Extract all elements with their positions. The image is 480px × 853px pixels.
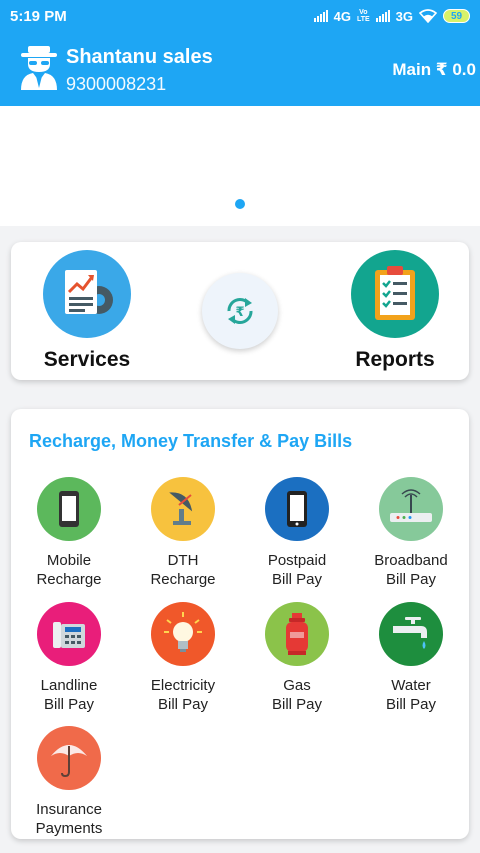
status-icons: 4G Vo LTE 3G 59	[313, 8, 470, 24]
network-type-2: 3G	[395, 8, 413, 24]
status-time: 5:19 PM	[10, 7, 67, 25]
water-tap-icon	[379, 602, 443, 666]
services-card: Recharge, Money Transfer & Pay Bills Mob…	[11, 409, 469, 839]
landline-phone-icon	[37, 602, 101, 666]
insurance-payments-label: Insurance Payments	[35, 801, 103, 837]
mobile-icon	[37, 477, 101, 541]
water-bill-pay-item[interactable]: Water Bill Pay	[353, 602, 469, 714]
reports-clipboard-icon	[351, 250, 439, 338]
gas-bill-pay-item[interactable]: Gas Bill Pay	[239, 602, 355, 714]
mobile-recharge-item[interactable]: Mobile Recharge	[11, 477, 127, 589]
signal-icon	[313, 10, 328, 22]
gas-cylinder-icon	[265, 602, 329, 666]
dth-recharge-label: DTH Recharge	[150, 552, 216, 588]
section-title: Recharge, Money Transfer & Pay Bills	[29, 431, 353, 451]
gas-bill-pay-label: Gas Bill Pay	[271, 677, 323, 713]
volte-badge: Vo LTE	[357, 9, 370, 23]
dth-recharge-item[interactable]: DTH Recharge	[125, 477, 241, 589]
electricity-bill-pay-label: Electricity Bill Pay	[150, 677, 216, 713]
app-header: 5:19 PM 4G Vo LTE 3G 59 Shantanu sales 93…	[0, 0, 480, 106]
postpaid-bill-pay-item[interactable]: Postpaid Bill Pay	[239, 477, 355, 589]
broadband-bill-pay-label: Broadband Bill Pay	[374, 552, 448, 588]
rupee-refresh-icon: ₹	[227, 298, 253, 324]
postpaid-phone-icon	[265, 477, 329, 541]
user-phone: 9300008231	[66, 74, 167, 94]
insurance-payments-item[interactable]: Insurance Payments	[11, 726, 127, 838]
carousel-indicator-dot[interactable]	[235, 199, 245, 209]
water-bill-pay-label: Water Bill Pay	[385, 677, 437, 713]
wallet-balance[interactable]: Main ₹ 0.0	[392, 60, 476, 80]
network-type-1: 4G	[333, 8, 351, 24]
wifi-icon	[419, 9, 437, 23]
satellite-dish-icon	[151, 477, 215, 541]
battery-icon: 59	[443, 9, 470, 23]
landline-bill-pay-item[interactable]: Landline Bill Pay	[11, 602, 127, 714]
services-button[interactable]: Services	[42, 250, 132, 372]
bulb-icon	[151, 602, 215, 666]
volte-top: Vo	[359, 9, 368, 16]
router-icon	[379, 477, 443, 541]
broadband-bill-pay-item[interactable]: Broadband Bill Pay	[353, 477, 469, 589]
spy-avatar-icon[interactable]	[19, 46, 59, 90]
rupee-refresh-button[interactable]: ₹	[202, 273, 278, 349]
user-name: Shantanu sales	[66, 46, 213, 68]
landline-bill-pay-label: Landline Bill Pay	[40, 677, 98, 713]
signal-icon-2	[375, 10, 390, 22]
volte-bottom: LTE	[356, 16, 370, 23]
mobile-recharge-label: Mobile Recharge	[36, 552, 102, 588]
services-label: Services	[43, 348, 131, 371]
reports-label: Reports	[355, 348, 435, 371]
postpaid-bill-pay-label: Postpaid Bill Pay	[267, 552, 327, 588]
svg-text:₹: ₹	[235, 305, 244, 320]
electricity-bill-pay-item[interactable]: Electricity Bill Pay	[125, 602, 241, 714]
reports-button[interactable]: Reports	[345, 250, 445, 372]
app-bar: Shantanu sales 9300008231 Main ₹ 0.0	[0, 32, 480, 106]
status-bar: 5:19 PM 4G Vo LTE 3G 59	[0, 0, 480, 32]
services-icon	[43, 250, 131, 338]
quick-actions-card: Services ₹ Reports	[11, 242, 469, 380]
umbrella-icon	[37, 726, 101, 790]
